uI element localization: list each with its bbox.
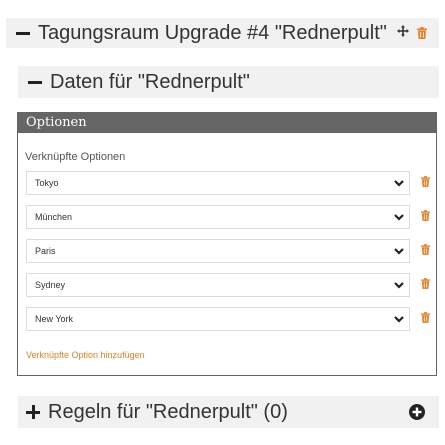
- linked-option-row: Sydney: [26, 273, 430, 299]
- linked-option-select[interactable]: Sydney: [26, 273, 410, 297]
- linked-option-select[interactable]: Tokyo: [26, 171, 410, 195]
- rules-section-header[interactable]: Regeln für "Rednerpult" (0): [18, 396, 439, 428]
- linked-option-select[interactable]: München: [26, 205, 410, 229]
- linked-option-row: New York: [26, 307, 430, 333]
- upgrade-header[interactable]: Tagungsraum Upgrade #4 "Rednerpult": [6, 18, 439, 48]
- chevron-down-icon: [394, 180, 404, 187]
- collapse-minus-icon[interactable]: [28, 75, 42, 89]
- chevron-down-icon: [394, 248, 404, 255]
- remove-option-trash-icon[interactable]: [421, 242, 430, 260]
- linked-option-select[interactable]: New York: [26, 307, 410, 331]
- collapse-minus-icon[interactable]: [16, 26, 30, 40]
- data-section-title: Daten für "Rednerpult": [50, 70, 250, 93]
- remove-option-trash-icon[interactable]: [421, 276, 430, 294]
- remove-option-trash-icon[interactable]: [421, 310, 430, 328]
- options-panel: Optionen Verknüpfte Optionen Tokyo Münch…: [17, 112, 437, 376]
- upgrade-actions: [397, 18, 427, 48]
- add-linked-option-link[interactable]: Verknüpfte Option hinzufügen: [26, 350, 145, 360]
- linked-option-select[interactable]: Paris: [26, 239, 410, 263]
- linked-option-value: New York: [35, 314, 74, 324]
- linked-option-row: Paris: [26, 239, 430, 265]
- linked-option-value: München: [35, 212, 73, 222]
- linked-option-row: München: [26, 205, 430, 231]
- linked-options-label: Verknüpfte Optionen: [25, 151, 126, 163]
- upgrade-title: Tagungsraum Upgrade #4 "Rednerpult": [38, 21, 387, 44]
- linked-option-value: Sydney: [35, 280, 66, 290]
- move-icon[interactable]: [397, 24, 409, 42]
- linked-option-value: Paris: [35, 246, 56, 256]
- chevron-down-icon: [394, 316, 404, 323]
- data-section-header[interactable]: Daten für "Rednerpult": [18, 66, 439, 98]
- chevron-down-icon: [394, 282, 404, 289]
- delete-upgrade-trash-icon[interactable]: [417, 27, 427, 39]
- chevron-down-icon: [394, 214, 404, 221]
- linked-option-row: Tokyo: [26, 171, 430, 197]
- expand-plus-icon[interactable]: [26, 405, 40, 419]
- rules-section-title: Regeln für "Rednerpult" (0): [48, 400, 288, 423]
- add-circle-icon[interactable]: [409, 404, 425, 420]
- remove-option-trash-icon[interactable]: [421, 174, 430, 192]
- options-panel-heading: Optionen: [18, 113, 436, 133]
- remove-option-trash-icon[interactable]: [421, 208, 430, 226]
- linked-option-value: Tokyo: [35, 178, 59, 188]
